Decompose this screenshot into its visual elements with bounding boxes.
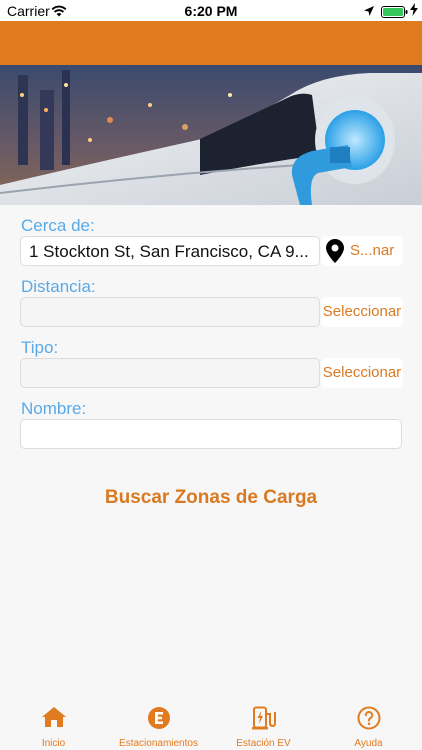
tab-bar: Inicio Estacionamientos Estación EV Ayud…: [0, 700, 422, 750]
tab-home[interactable]: Inicio: [1, 700, 106, 750]
home-icon: [1, 706, 106, 730]
distance-select-button[interactable]: Seleccionar: [321, 297, 403, 327]
status-time: 6:20 PM: [184, 3, 238, 19]
name-label: Nombre:: [21, 399, 87, 418]
location-select-label: S...nar: [350, 242, 395, 259]
tab-home-label: Inicio: [41, 738, 66, 749]
battery-icon: [381, 5, 408, 21]
tab-ev-station-label: Estación EV: [236, 738, 291, 749]
type-field[interactable]: [20, 358, 320, 388]
map-pin-icon: [326, 239, 344, 268]
search-charging-zones-button[interactable]: Buscar Zonas de Carga: [0, 487, 422, 509]
type-label: Tipo:: [21, 338, 59, 357]
status-bar: Carrier 6:20 PM: [0, 0, 422, 21]
tab-help[interactable]: Ayuda: [316, 700, 421, 750]
app-screen: Carrier 6:20 PM Cerca de: 1 Stockton St,…: [0, 0, 422, 750]
parking-e-icon: [106, 706, 211, 730]
near-label: Cerca de:: [21, 216, 95, 235]
near-address-field[interactable]: 1 Stockton St, San Francisco, CA 9...: [20, 236, 320, 266]
near-address-value: 1 Stockton St, San Francisco, CA 9...: [29, 242, 309, 261]
hero-ev-charging-image: [0, 65, 422, 205]
help-icon: [316, 706, 421, 730]
tab-ev-station[interactable]: Estación EV: [211, 700, 316, 750]
location-select-button[interactable]: S...nar: [321, 236, 403, 266]
tab-parking-label: Estacionamientos: [119, 738, 198, 749]
ev-station-icon: [211, 706, 316, 730]
charging-bolt-icon: [410, 3, 418, 19]
type-select-button[interactable]: Seleccionar: [321, 358, 403, 388]
tab-help-label: Ayuda: [354, 738, 383, 749]
distance-label: Distancia:: [21, 277, 96, 296]
distance-field[interactable]: [20, 297, 320, 327]
tab-parking[interactable]: Estacionamientos: [106, 700, 211, 750]
location-arrow-icon: [363, 4, 375, 20]
name-input[interactable]: [20, 419, 402, 449]
navigation-bar: [0, 21, 422, 65]
